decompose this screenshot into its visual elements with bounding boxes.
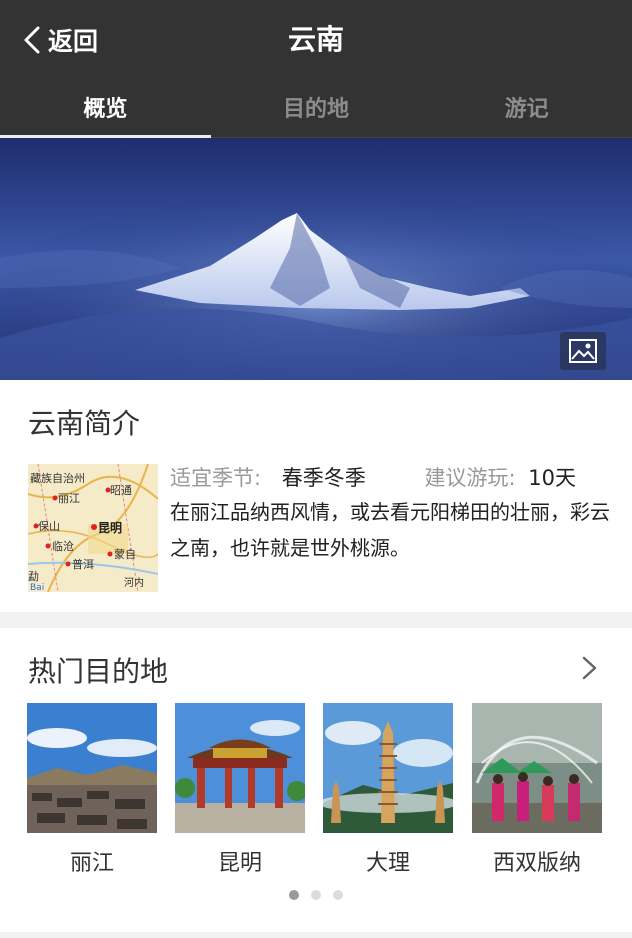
carousel-pagination [0, 890, 632, 900]
map-label: Bai [30, 583, 44, 592]
top-bar: 返回 云南 [0, 0, 632, 76]
intro-description: 在丽江品纳西风情，或去看元阳梯田的壮丽，彩云之南，也许就是世外桃源。 [170, 500, 610, 560]
duration-value: 10天 [528, 466, 576, 490]
destination-card-dali[interactable]: 大理 [323, 703, 453, 877]
destination-photo [323, 703, 453, 833]
map-thumbnail[interactable]: 藏族自治州 昭通 丽江 保山 昆明 临沧 蒙自 普洱 河内 勐 Bai [28, 464, 158, 592]
destination-card-kunming[interactable]: 昆明 [175, 703, 305, 877]
tab-travelogues[interactable]: 游记 [421, 76, 632, 137]
pagination-dot[interactable] [333, 890, 343, 900]
section-title: 热门目的地 [28, 655, 169, 688]
map-label: 勐 [28, 570, 39, 583]
page-title: 云南 [287, 23, 344, 56]
pagination-dot[interactable] [311, 890, 321, 900]
intro-title: 云南简介 [28, 407, 141, 440]
intro-meta: 适宜季节: 春季冬季 建议游玩: 10天 [170, 462, 576, 492]
tab-overview[interactable]: 概览 [0, 76, 211, 138]
gallery-button[interactable] [560, 332, 606, 370]
destination-photo [27, 703, 157, 833]
destination-name: 大理 [365, 851, 410, 876]
map-label: 藏族自治州 [30, 471, 85, 485]
image-icon [569, 339, 597, 363]
map-label: 昭通 [110, 484, 132, 497]
hot-destinations-section: 热门目的地 丽江 昆明 大理 西双版纳 [0, 628, 632, 932]
snow-mountain-photo [0, 138, 632, 380]
map-label: 蒙自 [114, 548, 136, 561]
map-label: 普洱 [72, 557, 94, 571]
tab-destinations[interactable]: 目的地 [211, 76, 422, 137]
destination-name: 西双版纳 [492, 851, 581, 876]
map-graphic: 藏族自治州 昭通 丽江 保山 昆明 临沧 蒙自 普洱 河内 勐 Bai [28, 464, 158, 592]
tab-bar: 概览 目的地 游记 [0, 76, 632, 138]
season-value: 春季冬季 [281, 466, 366, 490]
destination-photo [472, 703, 602, 833]
map-label: 丽江 [58, 492, 80, 505]
season-label: 适宜季节: [170, 466, 262, 490]
duration-label: 建议游玩: [424, 466, 516, 490]
destination-photo [175, 703, 305, 833]
pagination-dot[interactable] [289, 890, 299, 900]
banner-image[interactable] [0, 138, 632, 380]
map-label: 保山 [38, 519, 60, 533]
chevron-right-icon[interactable] [578, 652, 602, 684]
map-label: 昆明 [98, 521, 122, 535]
destination-name: 昆明 [217, 851, 262, 876]
destination-name: 丽江 [69, 851, 114, 876]
map-label: 河内 [124, 576, 144, 589]
map-label: 临沧 [52, 539, 74, 553]
destination-card-xishuangbanna[interactable]: 西双版纳 [472, 703, 602, 877]
destination-card-lijiang[interactable]: 丽江 [27, 703, 157, 877]
intro-card: 云南简介 藏族自治州 昭通 丽江 保山 昆明 临沧 蒙自 普洱 河内 勐 Bai [0, 380, 632, 612]
